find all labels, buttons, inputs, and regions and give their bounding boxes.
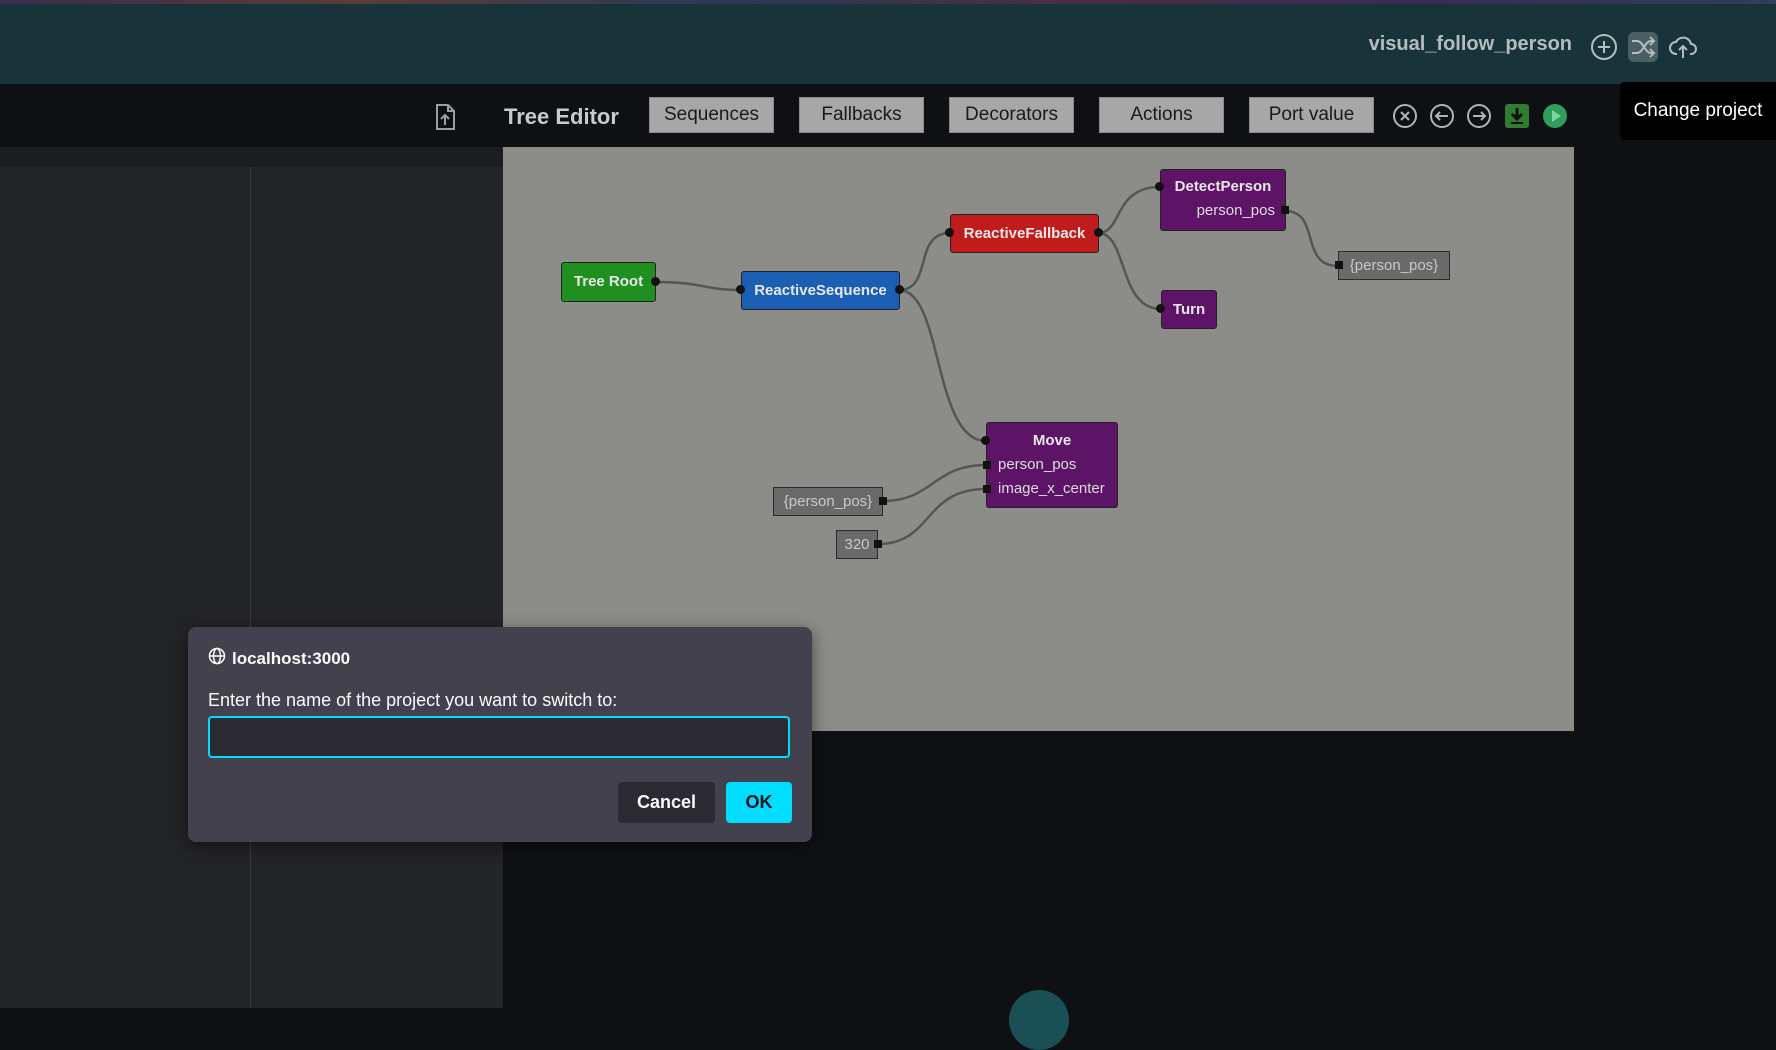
reactive-sequence-node[interactable]: ReactiveSequence: [741, 271, 900, 310]
turn-in-port[interactable]: [1156, 304, 1165, 313]
change-project-tooltip: Change project: [1620, 82, 1776, 140]
tree-editor-toolbar: Tree Editor Sequences Fallbacks Decorato…: [0, 84, 1776, 147]
reactive-sequence-out-port[interactable]: [895, 285, 904, 294]
tree-root-label: Tree Root: [573, 273, 644, 290]
edge-seq-fallback: [898, 231, 951, 292]
dialog-message: Enter the name of the project you want t…: [208, 690, 618, 710]
play-icon[interactable]: [1542, 103, 1568, 129]
move-label: Move: [1032, 432, 1072, 449]
image-x-center-value-port[interactable]: [874, 540, 882, 548]
change-project-dialog: localhost:3000 Enter the name of the pro…: [188, 627, 812, 842]
sequences-button[interactable]: Sequences: [649, 97, 774, 133]
move-person-pos-value[interactable]: {person_pos}: [773, 487, 883, 516]
edge-seq-move: [898, 288, 987, 443]
globe-icon: [208, 647, 226, 670]
move-in-port[interactable]: [981, 436, 990, 445]
edge-fallback-turn: [1097, 231, 1162, 311]
project-name: visual_follow_person: [1368, 33, 1572, 55]
image-x-center-value[interactable]: 320: [836, 530, 878, 559]
detect-person-port-label: person_pos: [1196, 202, 1275, 219]
file-upload-icon[interactable]: [432, 103, 458, 131]
tree-root-port[interactable]: [651, 277, 660, 286]
detect-person-node[interactable]: DetectPerson person_pos: [1160, 169, 1286, 231]
tree-root-node[interactable]: Tree Root: [561, 262, 656, 302]
reactive-fallback-out-port[interactable]: [1094, 228, 1103, 237]
detect-value-port[interactable]: [1335, 261, 1343, 269]
reactive-fallback-node[interactable]: ReactiveFallback: [950, 214, 1099, 253]
add-circle-icon[interactable]: [1589, 32, 1619, 62]
detect-person-output-value[interactable]: {person_pos}: [1338, 251, 1450, 280]
ok-button[interactable]: OK: [726, 782, 792, 823]
move-person-pos-value-port[interactable]: [879, 497, 887, 505]
edge-value-move: [882, 463, 987, 503]
decorators-button[interactable]: Decorators: [949, 97, 1074, 133]
arrow-right-circle-icon[interactable]: [1466, 103, 1492, 129]
reactive-sequence-label: ReactiveSequence: [754, 282, 887, 299]
close-circle-icon[interactable]: [1392, 103, 1418, 129]
sidebar-divider: [250, 167, 251, 1008]
reactive-sequence-in-port[interactable]: [736, 285, 745, 294]
edge-320-move: [877, 487, 987, 546]
reactive-fallback-label: ReactiveFallback: [963, 225, 1086, 242]
edge-root-seq: [655, 280, 742, 292]
project-name-input[interactable]: [208, 716, 790, 758]
tree-editor-title: Tree Editor: [504, 104, 619, 129]
sidebar-panel: [0, 147, 503, 1008]
dialog-host-label: localhost:3000: [232, 648, 351, 668]
shuffle-icon[interactable]: [1628, 32, 1658, 62]
edge-detect-value: [1284, 209, 1339, 268]
actions-button[interactable]: Actions: [1099, 97, 1224, 133]
cancel-button[interactable]: Cancel: [618, 782, 715, 823]
move-port-person-pos: person_pos: [998, 456, 1077, 473]
detect-person-label: DetectPerson: [1174, 178, 1272, 195]
edge-fallback-detect: [1097, 185, 1161, 235]
floating-action-button[interactable]: [1009, 990, 1069, 1050]
move-node[interactable]: Move person_pos image_x_center: [986, 422, 1118, 508]
turn-node[interactable]: Turn: [1161, 290, 1217, 329]
arrow-left-circle-icon[interactable]: [1429, 103, 1455, 129]
dialog-host: localhost:3000: [208, 647, 350, 670]
download-icon[interactable]: [1504, 103, 1530, 129]
fallbacks-button[interactable]: Fallbacks: [799, 97, 924, 133]
reactive-fallback-in-port[interactable]: [945, 228, 954, 237]
move-port-image-x-center: image_x_center: [998, 480, 1105, 497]
detect-person-in-port[interactable]: [1155, 182, 1164, 191]
cloud-upload-icon[interactable]: [1668, 32, 1698, 62]
detect-person-out-port[interactable]: [1281, 206, 1289, 214]
port-value-button[interactable]: Port value: [1249, 97, 1374, 133]
turn-label: Turn: [1172, 301, 1206, 318]
app-header: visual_follow_person: [0, 4, 1776, 84]
sidebar-header: [0, 147, 503, 167]
move-person-pos-port[interactable]: [983, 461, 991, 469]
move-image-x-center-port[interactable]: [983, 485, 991, 493]
